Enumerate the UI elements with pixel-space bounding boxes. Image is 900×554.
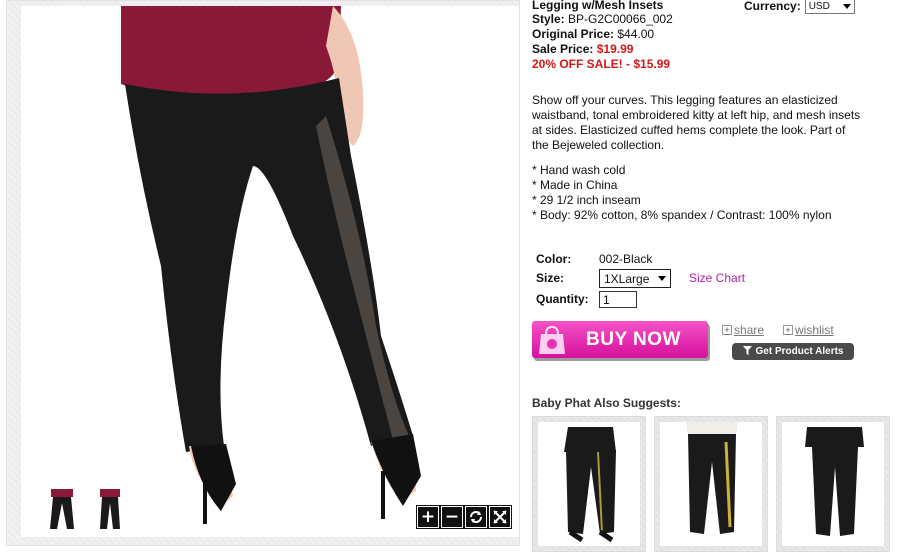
main-product-photo[interactable] [21,6,519,537]
thumbnail-back-view[interactable] [47,489,77,531]
quantity-label: Quantity: [536,292,589,306]
plus-icon: + [783,325,793,335]
buy-now-label: BUY NOW [586,328,681,350]
shopping-bag-icon [532,321,572,358]
product-features: * Hand wash cold * Made in China * 29 1/… [532,163,832,223]
style-label: Style: [532,12,565,26]
feature-item: * Body: 92% cotton, 8% spandex / Contras… [532,208,832,222]
suggested-product-1[interactable] [532,416,646,552]
color-value: 002-Black [599,252,653,266]
wishlist-link[interactable]: + wishlist [783,323,834,337]
size-value: 1XLarge [604,271,650,286]
product-title: Legging w/Mesh Insets [532,0,664,12]
rotate-icon[interactable] [464,505,488,529]
currency-selector: Currency: USD [744,0,855,14]
product-alerts-button[interactable]: Get Product Alerts [732,343,854,360]
sale-price-line: Sale Price: $19.99 [532,42,633,56]
size-label: Size: [536,271,565,285]
buy-now-button[interactable]: BUY NOW [532,321,708,358]
sale-price-label: Sale Price: [532,42,594,56]
chevron-down-icon [658,276,666,281]
sale-price-value: $19.99 [596,42,634,56]
size-dropdown[interactable]: 1XLarge [599,269,671,288]
currency-label: Currency: [744,0,801,13]
style-line: Style: BP-G2C00066_002 [532,12,673,26]
filter-icon [742,345,752,358]
thumbnail-side-view[interactable] [95,489,125,531]
product-alerts-label: Get Product Alerts [755,346,844,357]
product-description: Show off your curves. This legging featu… [532,93,861,152]
original-price-value: $44.00 [617,27,655,41]
color-label: Color: [536,252,572,266]
suggestions-heading: Baby Phat Also Suggests: [532,396,681,410]
fullscreen-icon[interactable] [488,505,512,529]
zoom-controls: + − [416,505,512,529]
zoom-out-button[interactable]: − [440,505,464,529]
quantity-field[interactable] [599,291,637,308]
product-image-viewer: + − [6,0,520,546]
suggested-product-2[interactable] [654,416,768,552]
chevron-down-icon [842,3,851,9]
zoom-in-button[interactable]: + [416,505,440,529]
share-label: share [734,323,765,337]
legging-photo-illustration [21,6,519,537]
feature-item: * 29 1/2 inch inseam [532,193,641,207]
feature-item: * Made in China [532,178,618,192]
suggested-product-3[interactable] [776,416,890,552]
original-price-label: Original Price: [532,27,615,41]
original-price-line: Original Price: $44.00 [532,27,654,41]
currency-value: USD [808,0,830,12]
wishlist-label: wishlist [795,323,834,337]
size-chart-link[interactable]: Size Chart [689,271,745,285]
plus-icon: + [722,325,732,335]
share-link[interactable]: + share [722,323,764,337]
currency-dropdown[interactable]: USD [804,0,855,14]
feature-item: * Hand wash cold [532,163,626,177]
promo-text: 20% OFF SALE! - $15.99 [532,57,671,71]
style-value: BP-G2C00066_002 [568,12,673,26]
